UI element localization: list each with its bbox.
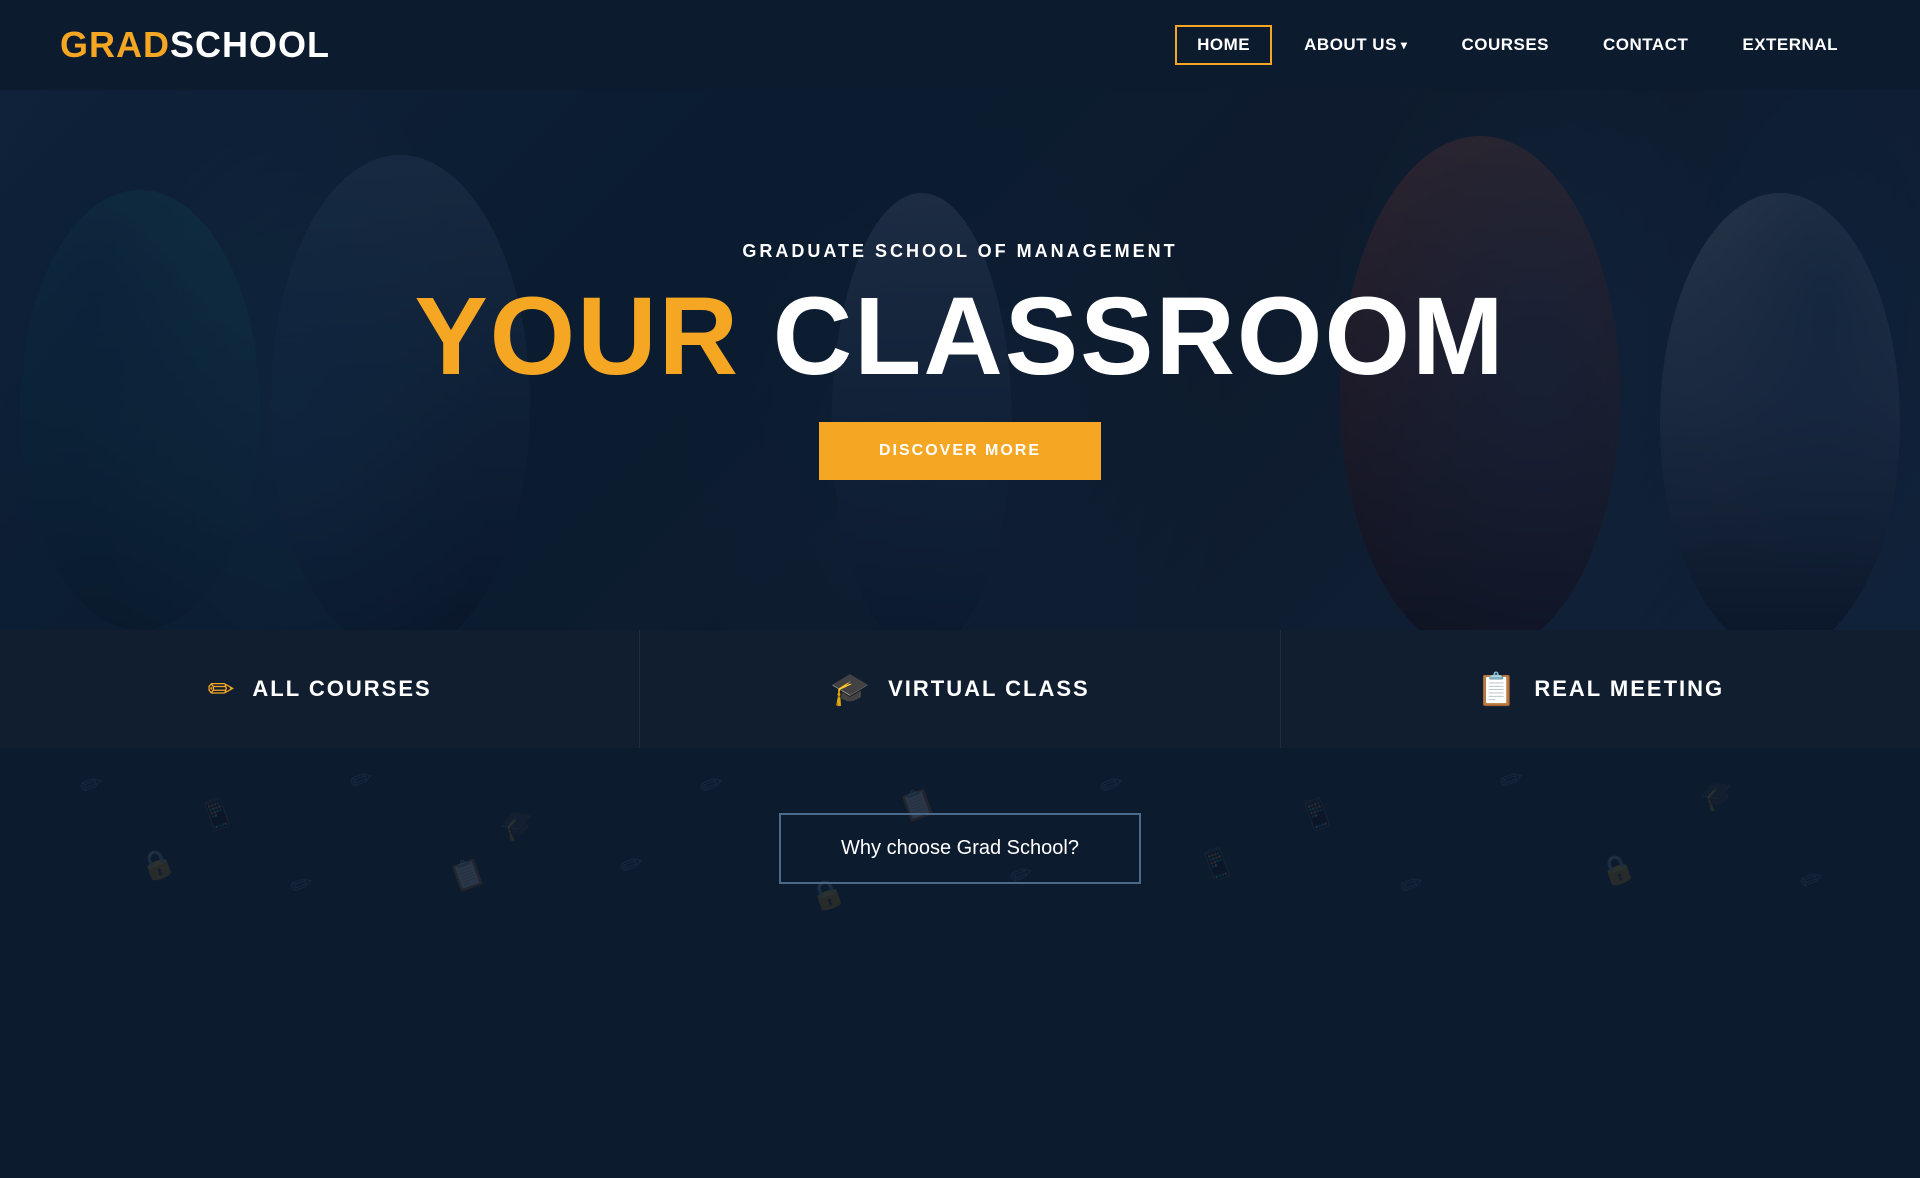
nav-item-contact[interactable]: CONTACT	[1581, 25, 1710, 65]
real-meeting-label: REAL MEETING	[1534, 676, 1724, 702]
deco-icon-11: 🔒	[135, 843, 179, 886]
deco-icon-10: 🎓	[1695, 773, 1739, 816]
nav-link-courses[interactable]: COURSES	[1439, 25, 1571, 65]
hero-title: YOUR CLASSROOM	[414, 282, 1505, 392]
deco-icon-4: 🎓	[495, 803, 539, 846]
hero-content: GRADUATE SCHOOL OF MANAGEMENT YOUR CLASS…	[414, 241, 1505, 480]
bottom-section: ✏ 📱 ✏ 🎓 ✏ 📋 ✏ 📱 ✏ 🎓 🔒 ✏ 📋 ✏ 🔒 ✏ 📱 ✏ 🔒 ✏ …	[0, 748, 1920, 948]
nav-link-external[interactable]: EXTERNAL	[1720, 25, 1860, 65]
deco-icon-19: 🔒	[1595, 848, 1639, 891]
feature-cards-row: ✏ ALL COURSES 🎓 VIRTUAL CLASS 📋 REAL MEE…	[0, 630, 1920, 748]
deco-icon-12: ✏	[285, 865, 318, 904]
why-choose-button[interactable]: Why choose Grad School?	[779, 813, 1141, 884]
hero-section: GRADUATE SCHOOL OF MANAGEMENT YOUR CLASS…	[0, 90, 1920, 630]
discover-more-button[interactable]: DISCOVER MORE	[819, 422, 1101, 480]
hero-subtitle: GRADUATE SCHOOL OF MANAGEMENT	[742, 241, 1177, 262]
clipboard-icon: 📋	[1476, 670, 1516, 708]
navbar: GRAD SCHOOL HOME ABOUT US ▾ COURSES CONT…	[0, 0, 1920, 90]
nav-item-external[interactable]: EXTERNAL	[1720, 25, 1860, 65]
logo-grad: GRAD	[60, 24, 170, 66]
feature-card-all-courses[interactable]: ✏ ALL COURSES	[0, 630, 640, 748]
nav-item-courses[interactable]: COURSES	[1439, 25, 1571, 65]
virtual-class-label: VIRTUAL CLASS	[888, 676, 1090, 702]
nav-link-home[interactable]: HOME	[1175, 25, 1272, 65]
deco-icon-3: ✏	[345, 760, 378, 799]
deco-icon-5: ✏	[695, 765, 728, 804]
about-dropdown-container: ABOUT US ▾	[1304, 35, 1407, 55]
hero-title-classroom: CLASSROOM	[773, 275, 1506, 398]
all-courses-label: ALL COURSES	[252, 676, 431, 702]
deco-icon-1: ✏	[75, 765, 108, 804]
deco-icon-7: ✏	[1095, 765, 1128, 804]
feature-card-real-meeting[interactable]: 📋 REAL MEETING	[1281, 630, 1920, 748]
deco-icon-9: ✏	[1495, 760, 1528, 799]
feature-card-virtual-class[interactable]: 🎓 VIRTUAL CLASS	[640, 630, 1280, 748]
nav-links: HOME ABOUT US ▾ COURSES CONTACT EXTERNAL	[1175, 25, 1860, 65]
deco-icon-14: ✏	[615, 845, 648, 884]
logo-school: SCHOOL	[170, 24, 330, 66]
pencil-icon: ✏	[208, 670, 235, 708]
deco-icon-18: ✏	[1395, 865, 1428, 904]
deco-icon-8: 📱	[1295, 793, 1339, 836]
deco-icon-17: 📱	[1195, 843, 1239, 886]
nav-link-about[interactable]: ABOUT US ▾	[1282, 25, 1429, 65]
nav-item-home[interactable]: HOME	[1175, 25, 1272, 65]
deco-icon-20: ✏	[1795, 860, 1828, 899]
chevron-down-icon: ▾	[1401, 38, 1408, 52]
nav-item-about[interactable]: ABOUT US ▾	[1282, 25, 1429, 65]
deco-icon-2: 📱	[195, 793, 239, 836]
site-logo[interactable]: GRAD SCHOOL	[60, 24, 330, 66]
deco-icon-13: 📋	[445, 853, 489, 896]
graduation-cap-icon: 🎓	[830, 670, 870, 708]
nav-link-contact[interactable]: CONTACT	[1581, 25, 1710, 65]
hero-title-your: YOUR	[414, 275, 740, 398]
